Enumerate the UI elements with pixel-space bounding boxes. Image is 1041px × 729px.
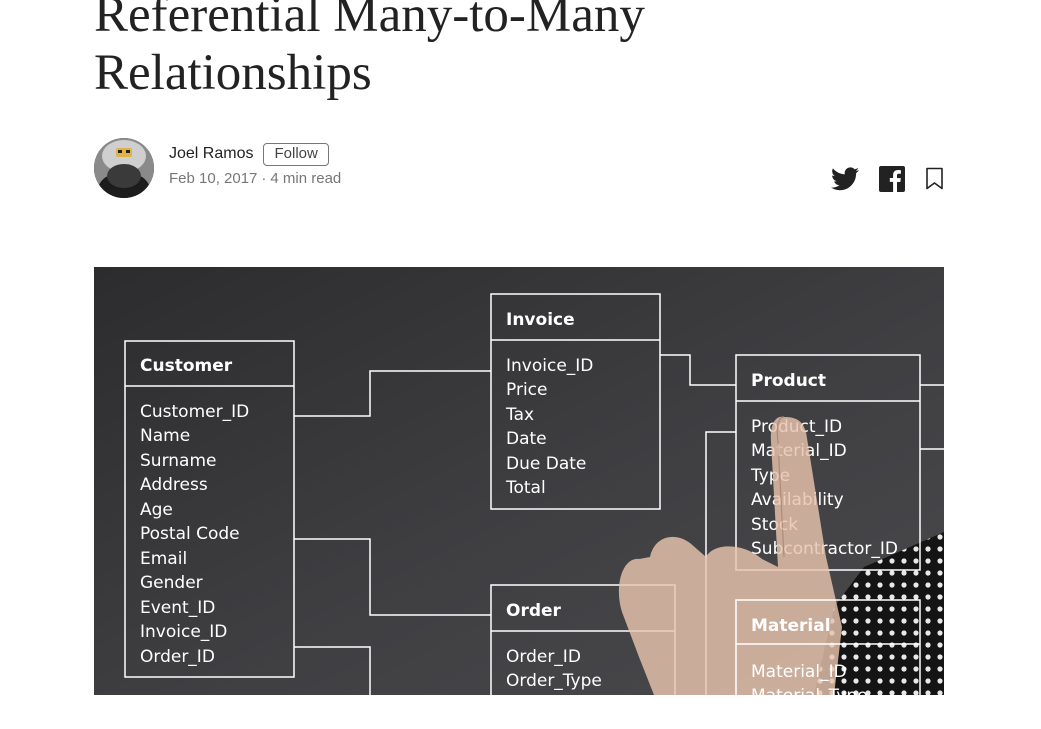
customer-field: Event_ID [140,598,215,618]
customer-field: Postal Code [140,524,240,544]
hero-image: Customer Customer_ID Name Surname Addres… [94,267,944,695]
customer-field: Address [140,475,208,495]
share-actions [831,166,944,197]
customer-field: Gender [140,573,203,593]
publish-info: Feb 10, 2017 · 4 min read [169,170,341,187]
bookmark-icon[interactable] [925,167,944,196]
customer-table-title: Customer [140,356,233,376]
order-table-title: Order [506,601,562,621]
product-table-title: Product [751,371,826,391]
invoice-field: Total [505,478,546,498]
er-diagram-illustration: Customer Customer_ID Name Surname Addres… [94,267,944,695]
author-meta: Joel Ramos Follow Feb 10, 2017 · 4 min rea… [169,142,341,187]
twitter-icon[interactable] [831,167,859,196]
invoice-field: Tax [505,405,534,425]
read-time: 4 min read [270,170,342,187]
article-title: Referential Many-to-Many Relationships [94,0,645,101]
material-table-title: Material [751,616,831,636]
invoice-field: Date [506,429,547,449]
author-name-line: Joel Ramos Follow [169,142,341,166]
customer-field: Invoice_ID [140,622,227,642]
customer-field: Name [140,426,190,446]
order-field: Order_Type [506,671,602,691]
material-field: Material_Type [751,686,868,695]
invoice-field: Due Date [506,454,586,474]
meta-separator: · [261,170,267,187]
order-field: Order_ID [506,647,581,667]
customer-field: Email [140,549,187,569]
author-byline: Joel Ramos Follow Feb 10, 2017 · 4 min rea… [94,138,944,198]
customer-field: Surname [140,451,216,471]
publish-date[interactable]: Feb 10, 2017 [169,170,257,187]
follow-button[interactable]: Follow [263,142,329,166]
invoice-field: Invoice_ID [506,356,593,376]
invoice-field: Price [506,380,547,400]
avatar-portrait [94,138,154,198]
customer-field: Order_ID [140,647,215,667]
author-avatar[interactable] [94,138,154,198]
author-name-link[interactable]: Joel Ramos [169,145,253,163]
customer-field: Customer_ID [140,402,249,422]
facebook-icon[interactable] [879,166,905,197]
invoice-table-title: Invoice [506,310,575,330]
material-field: Material_ID [751,662,847,682]
customer-field: Age [140,500,173,520]
